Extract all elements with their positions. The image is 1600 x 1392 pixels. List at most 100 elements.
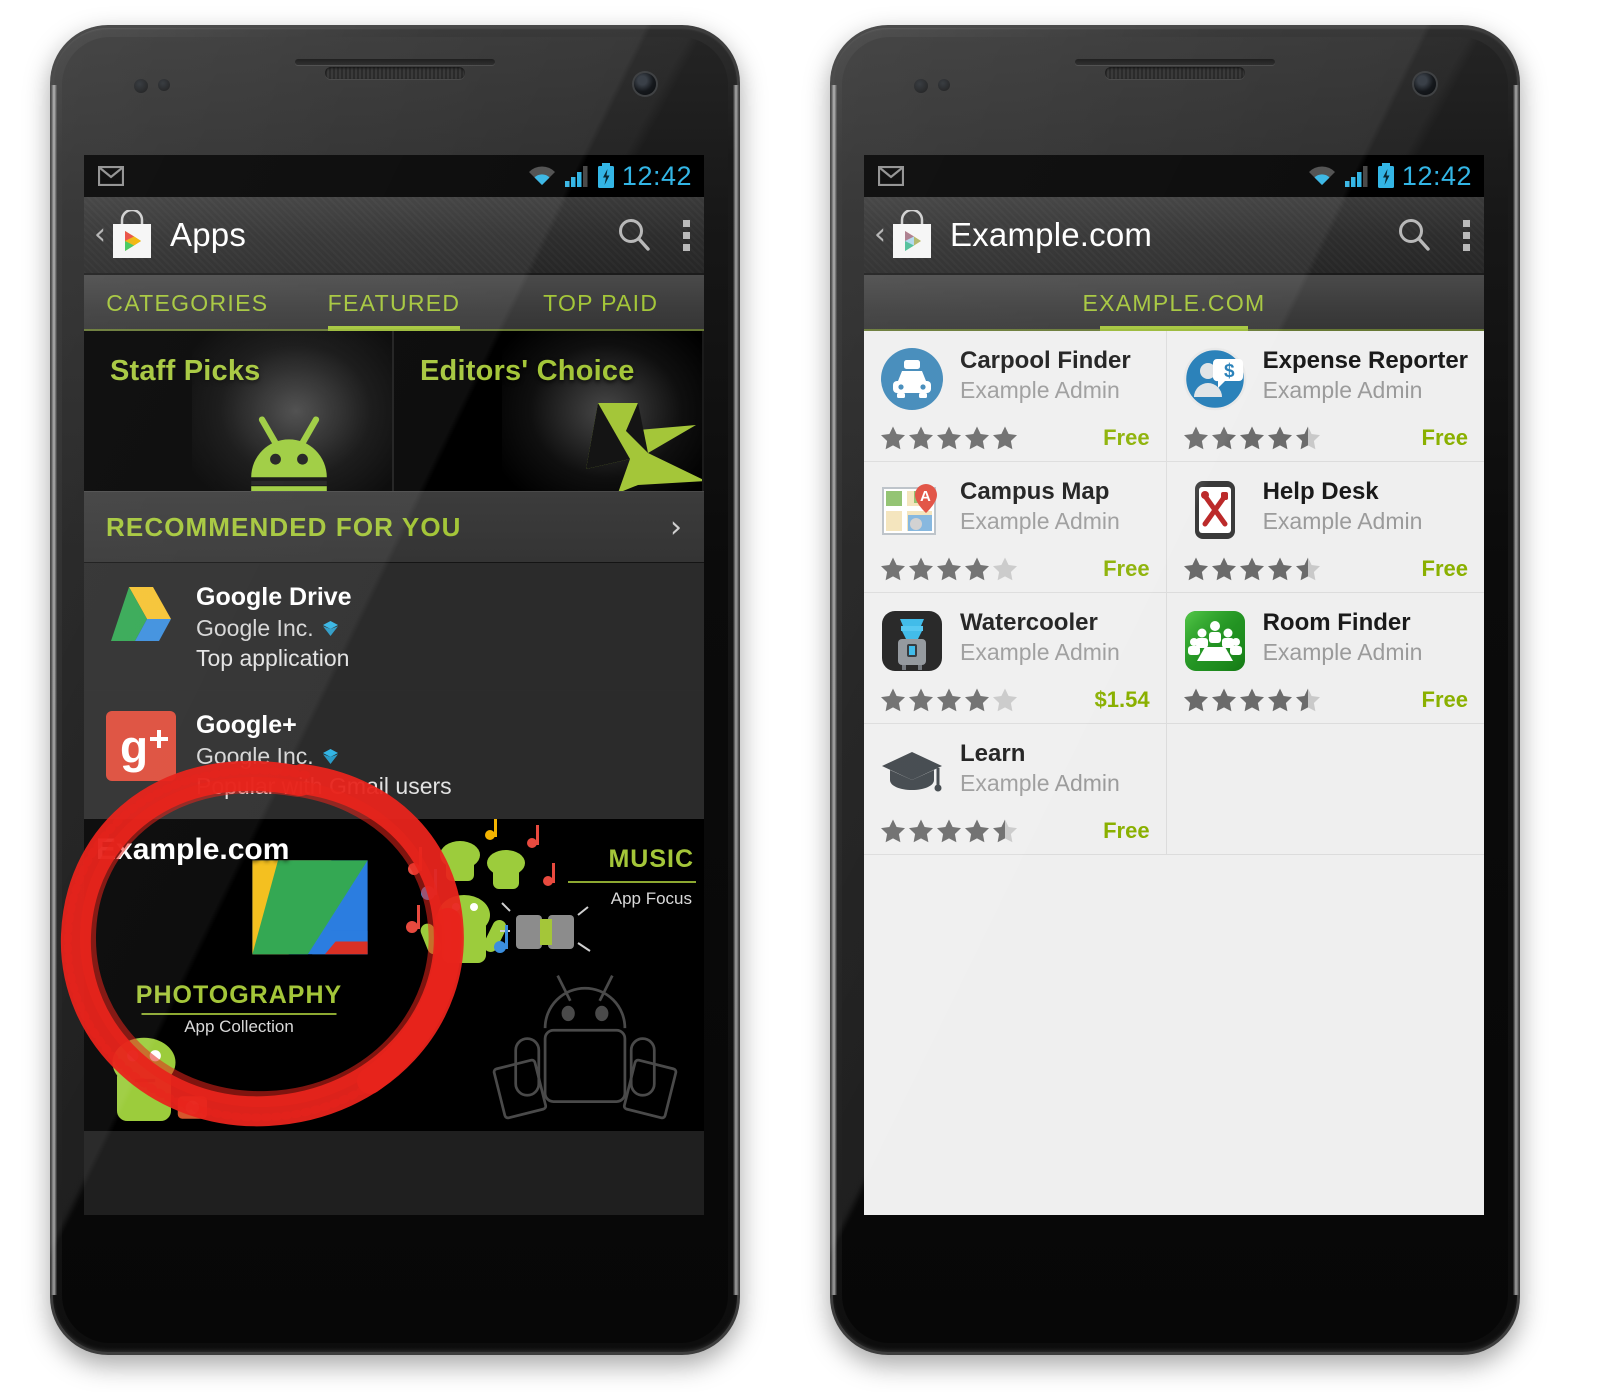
verified-badge-icon [322,621,338,636]
app-card[interactable]: Carpool Finder Example Admin Free [864,331,1167,462]
overflow-menu-icon[interactable] [1463,219,1470,251]
app-card[interactable]: Help Desk Example Admin Free [1166,462,1484,593]
gmail-icon [98,166,124,186]
app-card-empty [1166,724,1484,855]
back-chevron-icon[interactable]: ‹ [874,220,886,250]
rating-stars [880,425,1018,451]
app-developer: Example Admin [960,508,1120,534]
earpiece-slot [295,59,495,65]
section-title: RECOMMENDED FOR YOU [106,511,462,542]
action-bar: ‹ Example.com [864,197,1484,275]
app-name: Carpool Finder [960,347,1131,374]
play-store-bag-icon[interactable] [108,210,156,260]
app-subtitle: Popular with Gmail users [196,773,452,799]
app-card[interactable]: A Campus Map Example Admin Free [864,462,1167,593]
back-chevron-icon[interactable]: ‹ [94,220,106,250]
tab-example-com[interactable]: EXAMPLE.COM [864,275,1484,331]
page-title: Example.com [950,216,1153,253]
play-store-bag-icon[interactable] [888,210,936,260]
banner-title: PHOTOGRAPHY [135,981,343,1009]
dancing-androids-art [406,819,591,963]
app-developer: Example Admin [1262,377,1423,403]
app-name: Google+ [196,711,297,739]
app-price: Free [1103,425,1150,450]
chevron-right-icon[interactable]: › [670,510,682,545]
status-clock: 12:42 [1401,160,1472,191]
earpiece-slot [1075,59,1275,65]
promo-editors-choice[interactable]: Editors' Choice [394,331,704,491]
tab-featured[interactable]: FEATURED [291,275,498,331]
verified-badge-icon [322,749,338,764]
rating-stars [1183,687,1321,713]
banner-android-outline[interactable] [394,969,704,1131]
developer-name: Google Inc. [196,743,314,769]
overflow-menu-icon[interactable] [683,219,690,251]
banner-photography[interactable]: PHOTOGRAPHY App Collection [84,969,394,1131]
app-name: Watercooler [960,609,1098,636]
cellular-signal-icon [1344,166,1368,187]
banner-title: MUSIC [608,845,694,873]
banner-grid: Example.com MUSIC App Focus PHOTOGRAPHY … [84,819,704,1131]
app-name: Google Drive [196,583,352,611]
banner-subtitle: App Focus [610,889,692,908]
expense-report-icon: $ [1183,347,1246,411]
list-item-google-drive[interactable]: Google Drive Google Inc. Top application [84,563,704,691]
app-name: Expense Reporter [1262,347,1468,374]
cellular-signal-icon [564,166,588,187]
app-developer: Google Inc. [196,743,452,770]
rating-stars [880,556,1018,582]
svg-text:$: $ [1224,361,1235,382]
earpiece-speaker-icon [325,67,465,79]
google-play-logo-art [252,860,368,955]
app-subtitle: Top application [196,645,350,671]
section-header-recommended[interactable]: RECOMMENDED FOR YOU › [84,491,704,563]
green-star-art [586,403,702,491]
tab-bar: CATEGORIES FEATURED TOP PAID [84,275,704,331]
app-card[interactable]: Room Finder Example Admin Free [1166,593,1484,724]
proximity-sensor-icon [914,79,928,93]
google-drive-icon [111,587,171,641]
tab-bar: EXAMPLE.COM [864,275,1484,331]
app-name: Room Finder [1262,609,1411,636]
app-card[interactable]: $ Expense Reporter Example Admin Free [1166,331,1484,462]
svg-text:A: A [920,488,931,505]
battery-charging-icon [1377,163,1394,188]
tab-categories[interactable]: CATEGORIES [84,275,291,331]
app-grid: Carpool Finder Example Admin Free $ Expe… [864,331,1484,855]
watercooler-icon [882,611,942,671]
developer-name: Google Inc. [196,615,314,641]
rating-stars [880,818,1018,844]
tab-top-paid[interactable]: TOP PAID [497,275,704,331]
search-icon[interactable] [615,216,653,254]
app-card[interactable]: Learn Example Admin Free [864,724,1167,855]
banner-example-com[interactable]: Example.com [84,819,394,969]
taxi-carpool-icon [881,348,943,410]
app-meta: Google Drive Google Inc. Top application [196,581,352,672]
action-bar: ‹ Apps [84,197,704,275]
android-robot-art [250,416,327,491]
app-developer: Example Admin [960,639,1120,665]
google-plus-icon: g [106,711,176,781]
app-developer: Example Admin [1262,508,1423,534]
light-sensor-icon [938,79,950,91]
app-card[interactable]: Watercooler Example Admin $1.54 [864,593,1167,724]
app-name: Help Desk [1262,478,1379,505]
promo-label: Editors' Choice [420,355,635,387]
promo-staff-picks[interactable]: Staff Picks [84,331,394,491]
svg-text:g: g [120,721,148,773]
battery-charging-icon [597,163,614,188]
app-name: Learn [960,740,1026,767]
wifi-icon [1308,166,1335,185]
app-developer: Example Admin [960,377,1120,403]
list-item-google-plus[interactable]: g Google+ Google Inc. Popular with Gmail… [84,691,704,819]
banner-title: Example.com [96,833,290,866]
featured-content: Staff Picks Editors' Choice RECOMMENDED … [84,331,704,1215]
banner-music[interactable]: MUSIC App Focus [394,819,704,969]
search-icon[interactable] [1395,216,1433,254]
status-notifications [98,166,527,186]
light-sensor-icon [158,79,170,91]
app-price: Free [1103,818,1150,843]
phone-device-right: 12:42 ‹ Example.com EXAMPLE.COM Carpool … [830,25,1520,1355]
status-bar: 12:42 [84,155,704,197]
app-name: Campus Map [960,478,1110,505]
